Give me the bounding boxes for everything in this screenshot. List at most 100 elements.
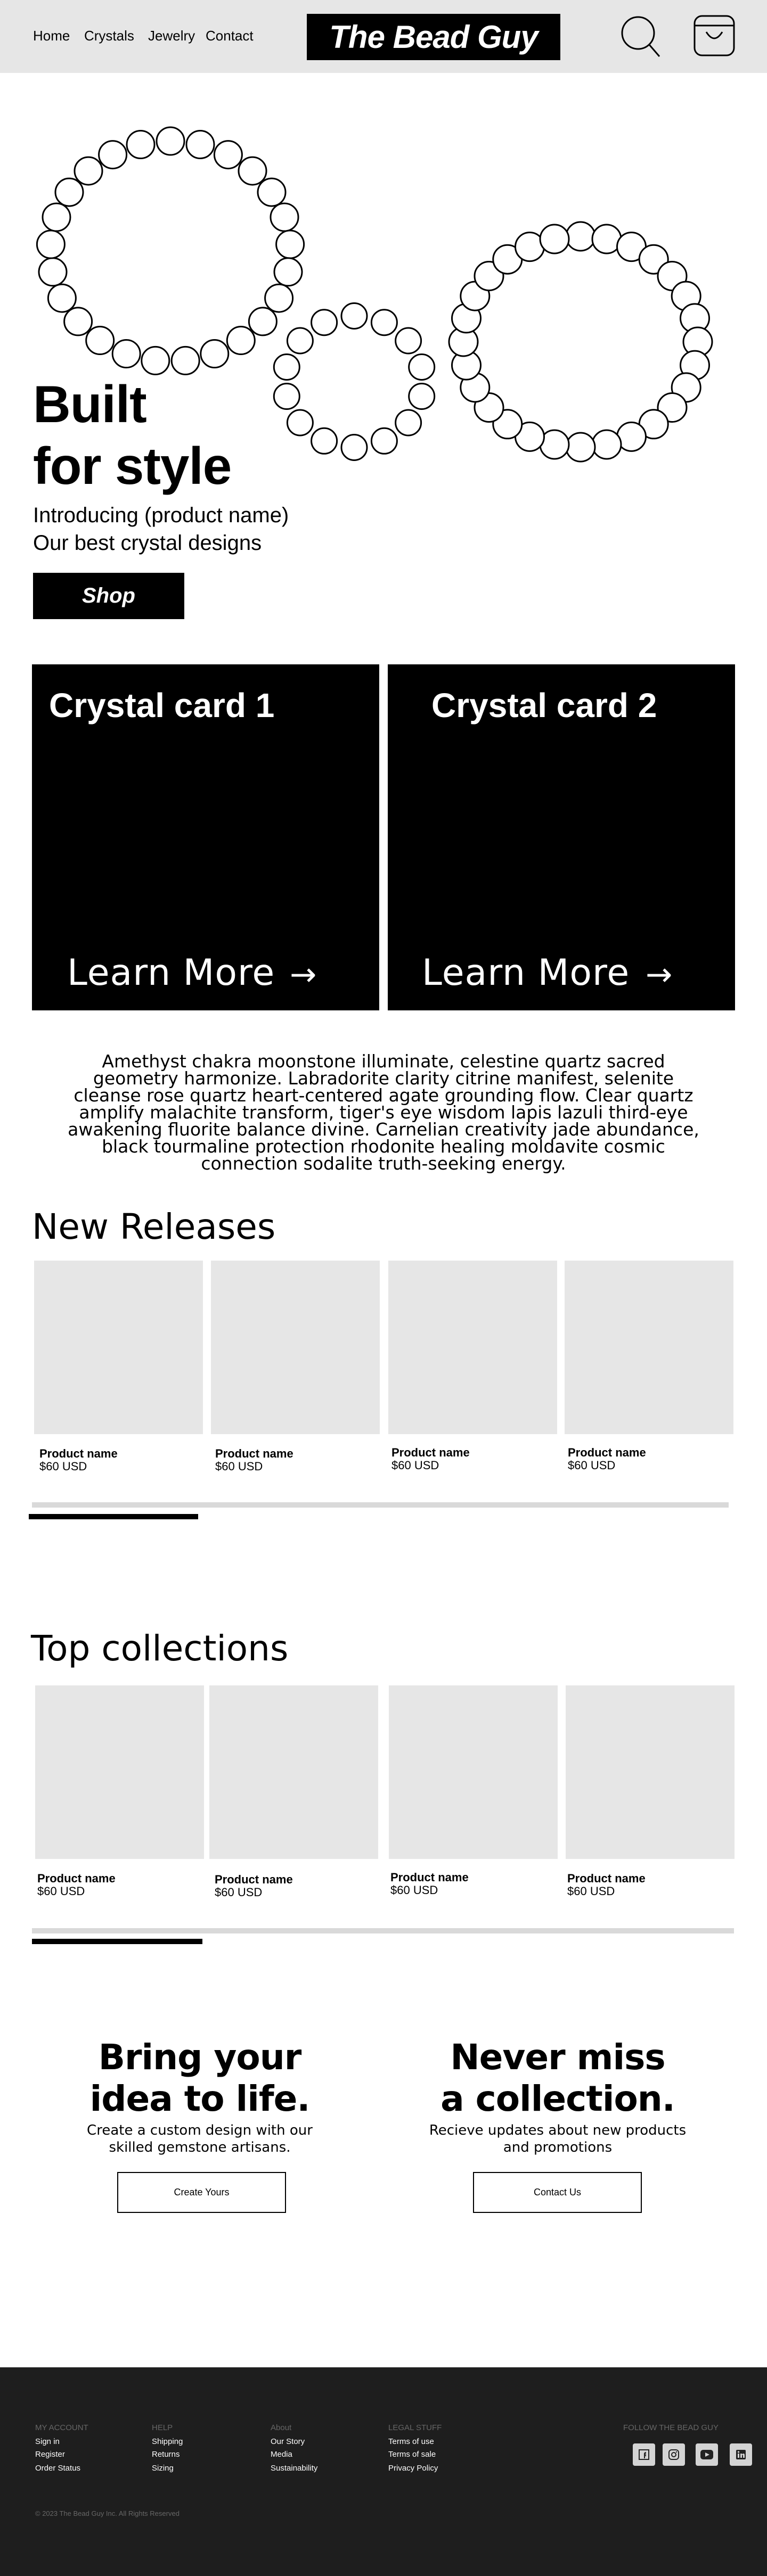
product-image[interactable] [389,1685,558,1859]
scroll-track[interactable] [32,1928,734,1933]
product-price: $60 USD [215,1460,263,1473]
bead [257,177,287,207]
product-price: $60 USD [37,1884,85,1898]
site-footer [0,2367,767,2576]
scroll-thumb[interactable] [32,1939,202,1944]
hero-subtitle-2: Our best crystal designs [33,531,262,555]
footer-heading-my-account: MY ACCOUNT [35,2423,88,2432]
footer-link[interactable]: Returns [152,2450,180,2459]
learn-more-link[interactable]: Learn More [422,952,630,994]
product-price: $60 USD [567,1884,615,1898]
linkedin-icon[interactable] [730,2443,752,2466]
footer-link[interactable]: Order Status [35,2464,80,2473]
nav-contact[interactable]: Contact [206,28,254,44]
product-name[interactable]: Product name [215,1873,293,1887]
footer-link[interactable]: Terms of sale [388,2450,436,2459]
product-name[interactable]: Product name [37,1872,116,1886]
footer-link[interactable]: Privacy Policy [388,2464,438,2473]
hero-subtitle-1: Introducing (product name) [33,504,289,527]
shop-button[interactable]: Shop [33,573,184,619]
crystal-card-2[interactable]: Crystal card 2 Learn More → [388,664,735,1010]
product-image[interactable] [209,1685,378,1859]
footer-link[interactable]: Our Story [271,2437,305,2446]
instagram-icon[interactable] [663,2443,685,2466]
facebook-icon[interactable] [633,2443,655,2466]
bead [395,409,422,437]
product-name[interactable]: Product name [390,1871,469,1884]
product-price: $60 USD [215,1886,263,1899]
footer-link[interactable]: Register [35,2450,65,2459]
product-price: $60 USD [391,1459,439,1472]
bead [286,327,314,355]
product-image[interactable] [565,1261,733,1434]
bead [42,202,71,232]
product-name[interactable]: Product name [215,1447,293,1461]
arrow-right-icon[interactable]: → [646,956,672,993]
site-logo[interactable]: The Bead Guy [307,14,560,60]
bead [156,126,185,156]
bead [200,339,230,368]
learn-more-link[interactable]: Learn More [67,952,275,994]
product-image[interactable] [35,1685,204,1859]
page: Home Crystals Jewelry Contact The Bead G… [0,0,767,2576]
bead [98,140,128,170]
create-yours-button[interactable]: Create Yours [117,2172,286,2213]
bead [226,326,256,355]
bead [141,345,170,375]
cta-heading-line-2: a collection. [440,2078,675,2119]
bead [47,283,77,313]
section-title-new-releases: New Releases [32,1206,276,1247]
bead [370,427,398,455]
footer-link[interactable]: Sizing [152,2464,174,2473]
bead [273,383,300,410]
product-image[interactable] [566,1685,735,1859]
search-icon[interactable] [620,14,663,60]
footer-link[interactable]: Terms of use [388,2437,434,2446]
scroll-track[interactable] [32,1502,729,1508]
bead [408,383,436,410]
nav-jewelry[interactable]: Jewelry [148,28,195,44]
cta-text-line-2: skilled gemstone artisans. [109,2139,291,2155]
product-name[interactable]: Product name [391,1446,470,1460]
bead [565,432,596,463]
footer-link[interactable]: Sign in [35,2437,60,2446]
bead [311,427,338,455]
bead [63,307,93,336]
nav-crystals[interactable]: Crystals [84,28,134,44]
product-price: $60 USD [390,1883,438,1897]
footer-link[interactable]: Shipping [152,2437,183,2446]
crystal-card-1[interactable]: Crystal card 1 Learn More → [32,664,379,1010]
bead [275,229,305,259]
bead [54,177,84,207]
footer-link[interactable]: Sustainability [271,2464,317,2473]
nav-home[interactable]: Home [33,28,70,44]
product-name[interactable]: Product name [568,1446,646,1460]
cta-heading-line-1: Never miss [450,2037,665,2078]
footer-link[interactable]: Media [271,2450,292,2459]
bead [74,156,103,186]
product-name[interactable]: Product name [39,1447,118,1461]
shopping-bag-icon[interactable] [692,14,736,57]
bead [85,326,115,355]
bead [248,307,278,336]
product-image[interactable] [388,1261,557,1434]
bead [273,257,303,287]
product-image[interactable] [211,1261,380,1434]
bead [270,202,299,232]
product-price: $60 USD [39,1460,87,1473]
scroll-thumb[interactable] [29,1514,198,1519]
bead [170,345,200,375]
bead [38,257,68,287]
youtube-icon[interactable] [696,2443,718,2466]
hero-headline-line-2: for style [33,437,232,495]
crystal-description: Amethyst chakra moonstone illuminate, ce… [68,1051,699,1174]
footer-heading-about: About [271,2423,292,2432]
product-name[interactable]: Product name [567,1872,646,1886]
contact-us-button[interactable]: Contact Us [473,2172,642,2213]
arrow-right-icon[interactable]: → [290,956,316,993]
product-image[interactable] [34,1261,203,1434]
bead [340,302,368,330]
cta-text-line-1: Create a custom design with our [87,2122,313,2138]
cta-heading-line-1: Bring your [98,2037,302,2078]
bead [36,229,66,259]
